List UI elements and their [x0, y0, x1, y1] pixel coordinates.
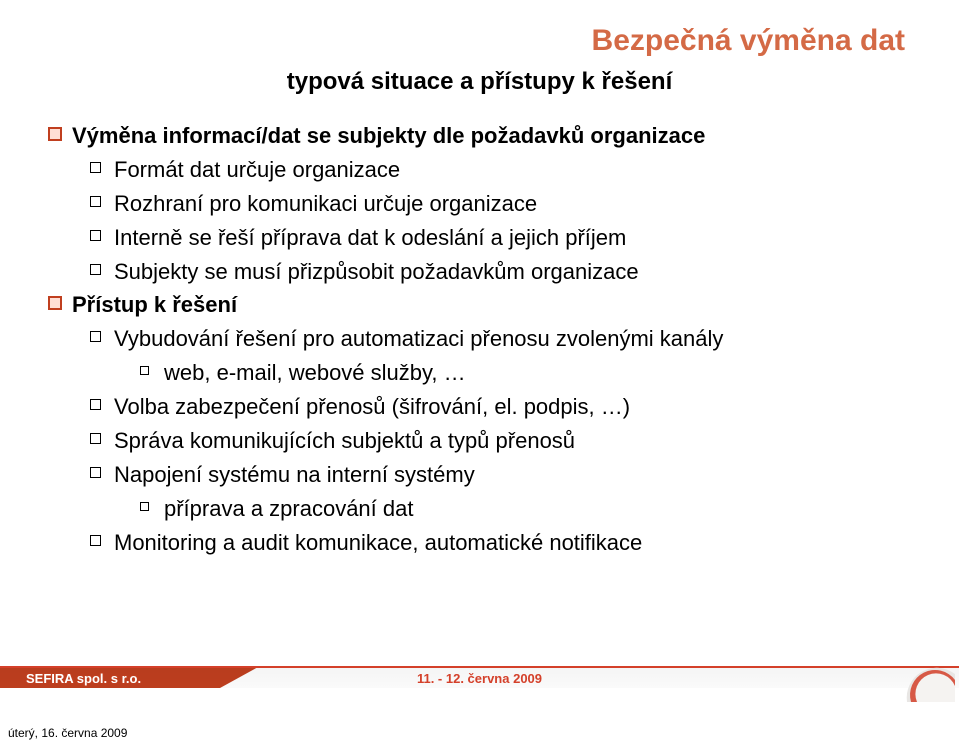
document-date: úterý, 16. června 2009: [8, 726, 127, 740]
bullet-list: Výměna informací/dat se subjekty dle pož…: [48, 120, 909, 561]
bullet-text: Monitoring a audit komunikace, automatic…: [114, 527, 909, 559]
bullet-item: Rozhraní pro komunikaci určuje organizac…: [90, 188, 909, 220]
bullet-text: Vybudování řešení pro automatizaci přeno…: [114, 323, 909, 355]
bullet-square-hollow-icon: [90, 391, 114, 423]
bullet-item: Interně se řeší příprava dat k odeslání …: [90, 222, 909, 254]
bullet-square-hollow-icon: [90, 323, 114, 355]
bullet-square-filled-icon: [48, 120, 72, 152]
bullet-text: Volba zabezpečení přenosů (šifrování, el…: [114, 391, 909, 423]
bullet-square-hollow-icon: [90, 256, 114, 288]
bullet-item: Monitoring a audit komunikace, automatic…: [90, 527, 909, 559]
bullet-square-hollow-icon: [90, 527, 114, 559]
bullet-item: Výměna informací/dat se subjekty dle pož…: [48, 120, 909, 152]
bullet-text: Formát dat určuje organizace: [114, 154, 909, 186]
bullet-square-hollow-icon: [90, 459, 114, 491]
bullet-item: příprava a zpracování dat: [140, 493, 909, 525]
bullet-square-hollow-icon: [90, 222, 114, 254]
bullet-text: Rozhraní pro komunikaci určuje organizac…: [114, 188, 909, 220]
bullet-square-hollow-icon: [90, 188, 114, 220]
footer: SEFIRA spol. s r.o. 11. - 12. června 200…: [0, 660, 959, 702]
bullet-item: Napojení systému na interní systémy: [90, 459, 909, 491]
bullet-square-hollow-icon: [140, 493, 164, 525]
bullet-text: Výměna informací/dat se subjekty dle pož…: [72, 120, 909, 152]
bullet-item: Subjekty se musí přizpůsobit požadavkům …: [90, 256, 909, 288]
bullet-text: web, e-mail, webové služby, …: [164, 357, 909, 389]
bullet-text: Subjekty se musí přizpůsobit požadavkům …: [114, 256, 909, 288]
bullet-item: Vybudování řešení pro automatizaci přeno…: [90, 323, 909, 355]
bullet-item: Formát dat určuje organizace: [90, 154, 909, 186]
bullet-square-hollow-icon: [90, 425, 114, 457]
bullet-text: Správa komunikujících subjektů a typů př…: [114, 425, 909, 457]
bullet-item: Přístup k řešení: [48, 289, 909, 321]
logo-icon: [887, 652, 955, 702]
slide-subtitle: typová situace a přístupy k řešení: [54, 68, 905, 96]
bullet-item: Správa komunikujících subjektů a typů př…: [90, 425, 909, 457]
footer-date: 11. - 12. června 2009: [0, 671, 959, 686]
bullet-square-filled-icon: [48, 289, 72, 321]
slide-title: Bezpečná výměna dat: [592, 24, 905, 58]
bullet-square-hollow-icon: [140, 357, 164, 389]
slide: Bezpečná výměna dat typová situace a pří…: [0, 0, 959, 720]
bullet-item: Volba zabezpečení přenosů (šifrování, el…: [90, 391, 909, 423]
bullet-text: Napojení systému na interní systémy: [114, 459, 909, 491]
bullet-text: Interně se řeší příprava dat k odeslání …: [114, 222, 909, 254]
bullet-text: příprava a zpracování dat: [164, 493, 909, 525]
bullet-item: web, e-mail, webové služby, …: [140, 357, 909, 389]
bullet-square-hollow-icon: [90, 154, 114, 186]
bullet-text: Přístup k řešení: [72, 289, 909, 321]
